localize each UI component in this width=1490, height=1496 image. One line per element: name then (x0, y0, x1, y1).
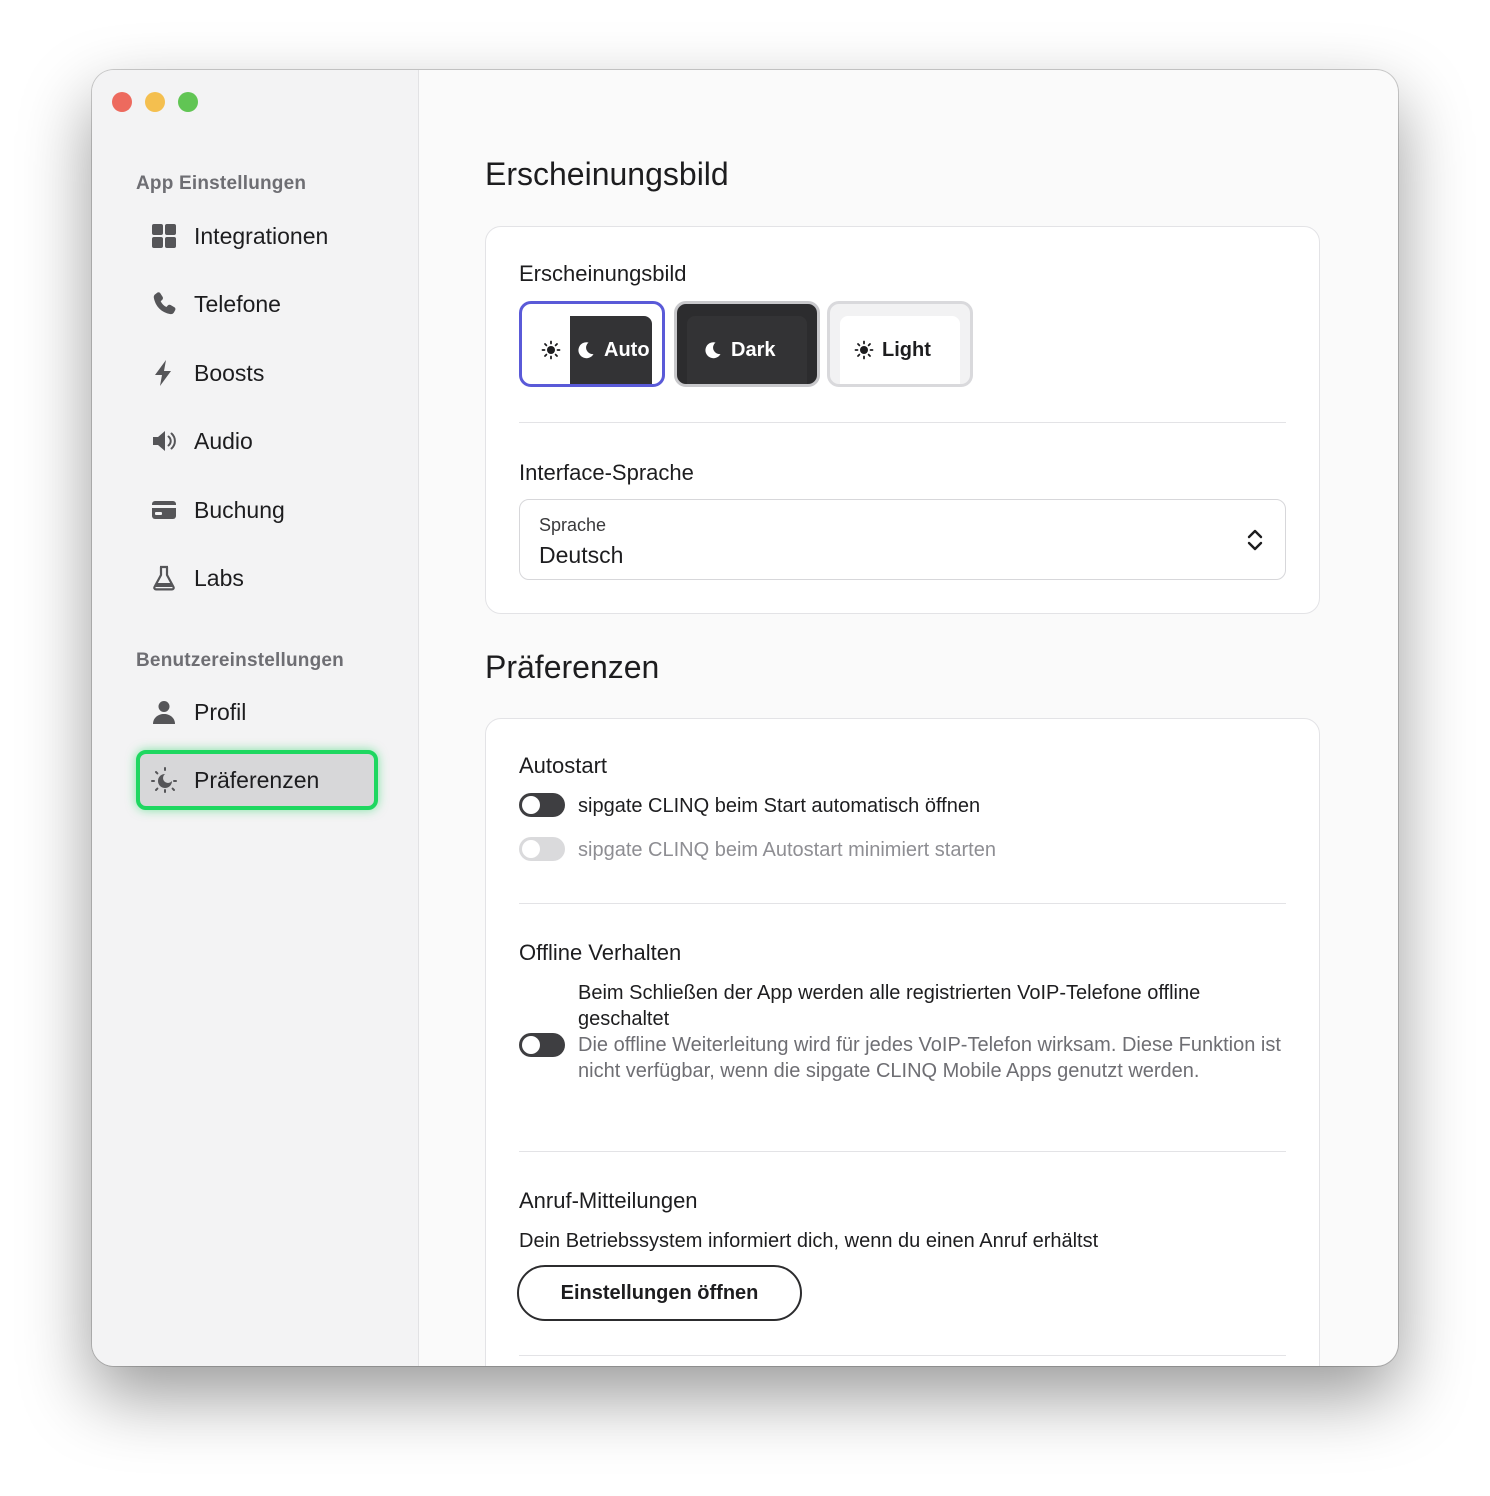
theme-option-dark[interactable]: Dark (674, 301, 820, 387)
sidebar-item-label: Telefone (194, 290, 281, 317)
person-icon (148, 696, 180, 728)
credit-card-icon (148, 494, 180, 526)
moon-icon (576, 340, 596, 360)
preferences-section-title: Präferenzen (485, 649, 660, 685)
theme-option-label: Light (882, 338, 931, 361)
app-settings-heading: App Einstellungen (136, 173, 307, 194)
main-content: Erscheinungsbild Erscheinungsbild Auto D… (420, 70, 1398, 1366)
settings-window: App Einstellungen Integrationen Telefone… (92, 70, 1398, 1366)
grid-icon (148, 220, 180, 252)
sidebar-item-label: Integrationen (194, 222, 329, 249)
autostart-open-toggle[interactable] (519, 793, 565, 817)
language-select[interactable]: Sprache Deutsch (519, 499, 1286, 580)
sun-icon (854, 340, 874, 360)
offline-behavior-heading: Offline Verhalten (519, 940, 682, 965)
sidebar: App Einstellungen Integrationen Telefone… (92, 70, 419, 1366)
sidebar-item-labs[interactable]: Labs (136, 548, 378, 608)
flask-icon (148, 562, 180, 594)
divider (519, 903, 1286, 904)
call-notifications-description: Dein Betriebssystem informiert dich, wen… (519, 1230, 1099, 1252)
autostart-minimized-label: sipgate CLINQ beim Autostart minimiert s… (578, 839, 996, 861)
moon-icon (703, 340, 723, 360)
sidebar-item-boosts[interactable]: Boosts (136, 343, 378, 403)
sidebar-item-label: Profil (194, 698, 247, 725)
sun-icon (532, 340, 570, 360)
sidebar-item-praeferenzen[interactable]: Präferenzen (136, 750, 378, 810)
language-select-value: Deutsch (539, 542, 624, 568)
user-settings-heading: Benutzereinstellungen (136, 650, 344, 671)
offline-behavior-toggle[interactable] (519, 1033, 565, 1057)
minimize-window-button[interactable] (145, 92, 165, 112)
speaker-icon (148, 425, 180, 457)
appearance-card-title: Erscheinungsbild (519, 261, 687, 286)
theme-option-light[interactable]: Light (827, 301, 973, 387)
chevron-up-down-icon (1247, 529, 1263, 551)
offline-description-main: Beim Schließen der App werden alle regis… (578, 982, 1201, 1030)
divider (519, 422, 1286, 423)
zoom-window-button[interactable] (178, 92, 198, 112)
sidebar-item-label: Audio (194, 427, 253, 454)
sidebar-item-label: Boosts (194, 359, 265, 386)
sidebar-item-telefone[interactable]: Telefone (136, 274, 378, 334)
preferences-sun-moon-icon (148, 764, 180, 796)
window-controls (112, 92, 198, 112)
divider (519, 1151, 1286, 1152)
call-notifications-heading: Anruf-Mitteilungen (519, 1188, 698, 1213)
theme-option-label: Dark (731, 338, 776, 361)
preferences-card: Autostart sipgate CLINQ beim Start autom… (485, 718, 1320, 1366)
autostart-heading: Autostart (519, 753, 608, 778)
theme-option-label: Auto (604, 338, 650, 361)
sidebar-item-label: Buchung (194, 496, 285, 523)
offline-description-secondary: Die offline Weiterleitung wird für jedes… (578, 1034, 1281, 1082)
sidebar-item-integrationen[interactable]: Integrationen (136, 206, 378, 266)
phone-icon (148, 288, 180, 320)
sidebar-item-audio[interactable]: Audio (136, 411, 378, 471)
sidebar-item-label: Labs (194, 564, 244, 591)
divider (519, 1355, 1286, 1356)
sidebar-item-profil[interactable]: Profil (136, 682, 378, 742)
sidebar-item-buchung[interactable]: Buchung (136, 480, 378, 540)
interface-language-heading: Interface-Sprache (519, 460, 694, 485)
open-settings-button[interactable]: Einstellungen öffnen (517, 1265, 802, 1321)
theme-option-auto[interactable]: Auto (519, 301, 665, 387)
appearance-section-title: Erscheinungsbild (485, 156, 729, 192)
autostart-minimized-toggle[interactable] (519, 837, 565, 861)
autostart-open-label: sipgate CLINQ beim Start automatisch öff… (578, 795, 981, 817)
language-select-caption: Sprache (539, 515, 607, 535)
lightning-icon (148, 357, 180, 389)
close-window-button[interactable] (112, 92, 132, 112)
sidebar-item-label: Präferenzen (194, 766, 320, 793)
appearance-card: Erscheinungsbild Auto Dark Light Interfa… (485, 226, 1320, 614)
